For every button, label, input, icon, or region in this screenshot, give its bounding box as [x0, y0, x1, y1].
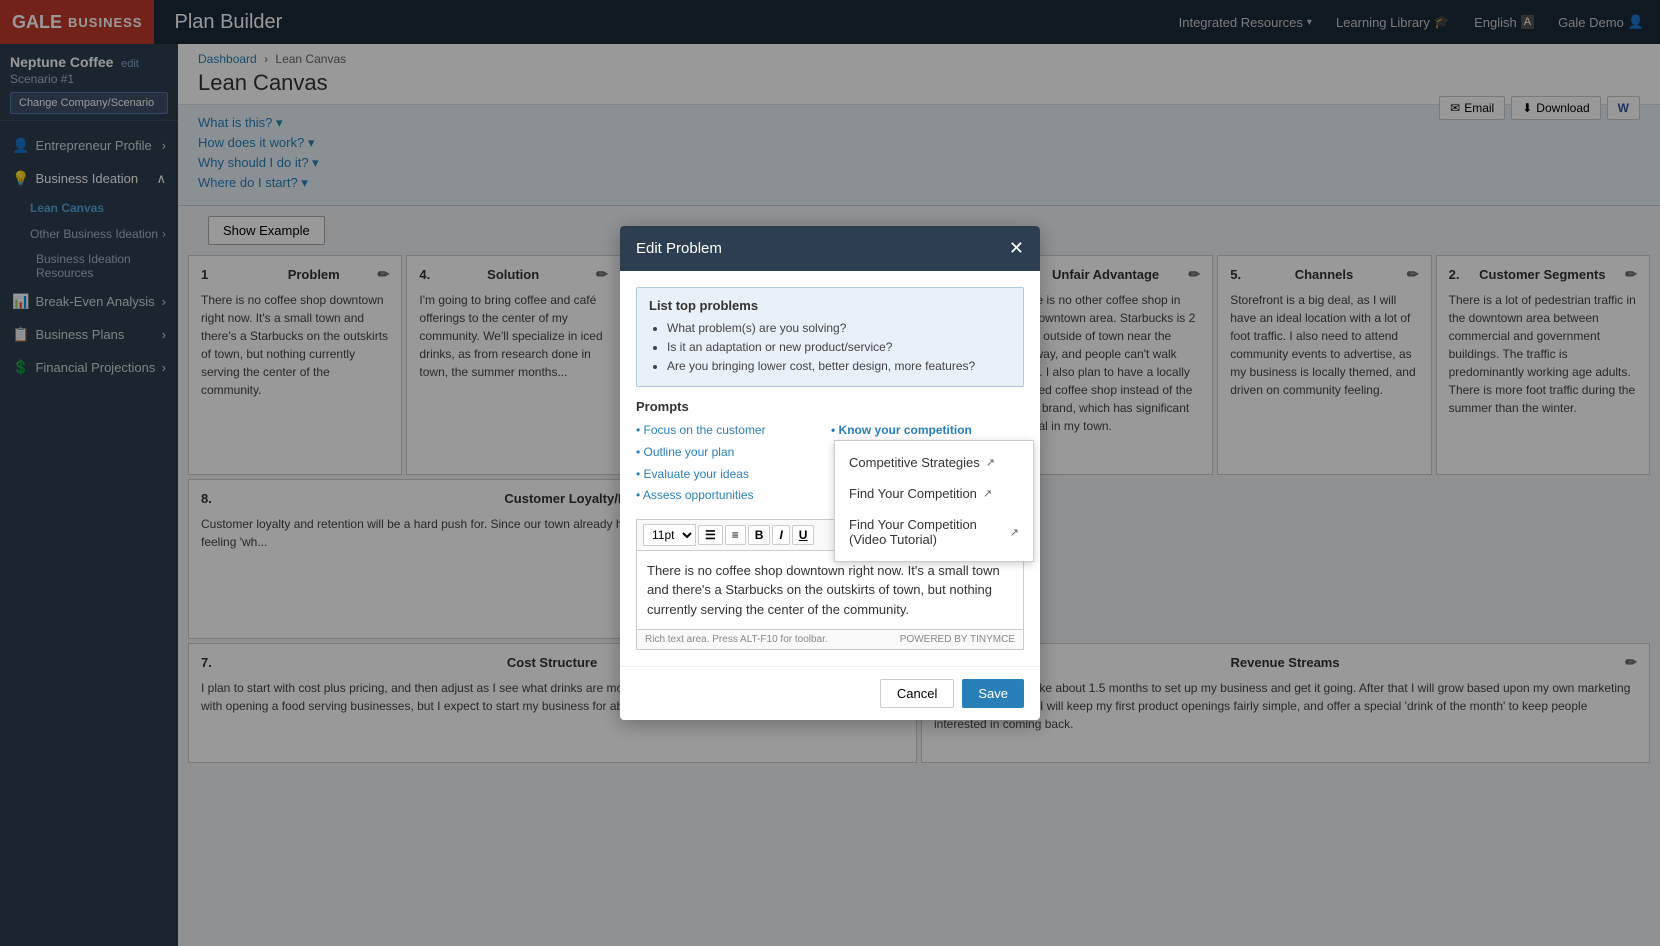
external-link-icon-2: ↗: [983, 487, 992, 500]
prompt-link-evaluate[interactable]: • Evaluate your ideas: [636, 467, 749, 481]
prompt-item-2: Is it an adaptation or new product/servi…: [667, 338, 1011, 357]
prompt-box: List top problems What problem(s) are yo…: [636, 287, 1024, 388]
modal-close-button[interactable]: ✕: [1009, 238, 1024, 259]
prompts-grid: • Focus on the customer • Outline your p…: [636, 420, 1024, 506]
unordered-list-button[interactable]: ☰: [698, 525, 723, 545]
prompt-item-1: What problem(s) are you solving?: [667, 319, 1011, 338]
modal-body: List top problems What problem(s) are yo…: [620, 271, 1040, 666]
edit-problem-modal: Edit Problem ✕ List top problems What pr…: [620, 226, 1040, 720]
italic-button[interactable]: I: [772, 525, 789, 545]
underline-button[interactable]: U: [792, 525, 815, 545]
ordered-list-button[interactable]: ≡: [725, 525, 746, 545]
cancel-button[interactable]: Cancel: [880, 679, 954, 708]
prompt-link-competition[interactable]: • Know your competition: [831, 423, 972, 437]
prompts-left: • Focus on the customer • Outline your p…: [636, 420, 829, 506]
modal-overlay[interactable]: Edit Problem ✕ List top problems What pr…: [0, 0, 1660, 946]
prompts-title: Prompts: [636, 399, 1024, 414]
prompts-section: Prompts • Focus on the customer • Outlin…: [636, 399, 1024, 506]
save-button[interactable]: Save: [962, 679, 1024, 708]
find-competition-video-item[interactable]: Find Your Competition (Video Tutorial) ↗: [835, 509, 1033, 555]
prompts-right: • Know your competition Competitive Stra…: [831, 420, 1024, 506]
find-competition-label: Find Your Competition: [849, 486, 977, 501]
prompt-link-focus[interactable]: • Focus on the customer: [636, 423, 766, 437]
editor-hint: Rich text area. Press ALT-F10 for toolba…: [645, 634, 828, 645]
external-link-icon-3: ↗: [1010, 526, 1019, 539]
find-competition-video-label: Find Your Competition (Video Tutorial): [849, 517, 1004, 547]
prompt-box-title: List top problems: [649, 298, 1011, 313]
prompt-list: What problem(s) are you solving? Is it a…: [667, 319, 1011, 377]
prompt-link-assess[interactable]: • Assess opportunities: [636, 488, 754, 502]
modal-footer: Cancel Save: [620, 666, 1040, 720]
external-link-icon-1: ↗: [986, 456, 995, 469]
find-competition-item[interactable]: Find Your Competition ↗: [835, 478, 1033, 509]
editor-footer: Rich text area. Press ALT-F10 for toolba…: [636, 630, 1024, 650]
prompt-item-3: Are you bringing lower cost, better desi…: [667, 357, 1011, 376]
font-size-select[interactable]: 11pt: [643, 524, 696, 546]
modal-header: Edit Problem ✕: [620, 226, 1040, 271]
competitive-strategies-item[interactable]: Competitive Strategies ↗: [835, 447, 1033, 478]
bold-button[interactable]: B: [748, 525, 771, 545]
modal-title: Edit Problem: [636, 240, 722, 257]
prompt-link-outline[interactable]: • Outline your plan: [636, 445, 734, 459]
competition-dropdown: Competitive Strategies ↗ Find Your Compe…: [834, 440, 1034, 562]
competitive-strategies-label: Competitive Strategies: [849, 455, 980, 470]
tinymce-label: POWERED BY TINYMCE: [900, 634, 1015, 645]
